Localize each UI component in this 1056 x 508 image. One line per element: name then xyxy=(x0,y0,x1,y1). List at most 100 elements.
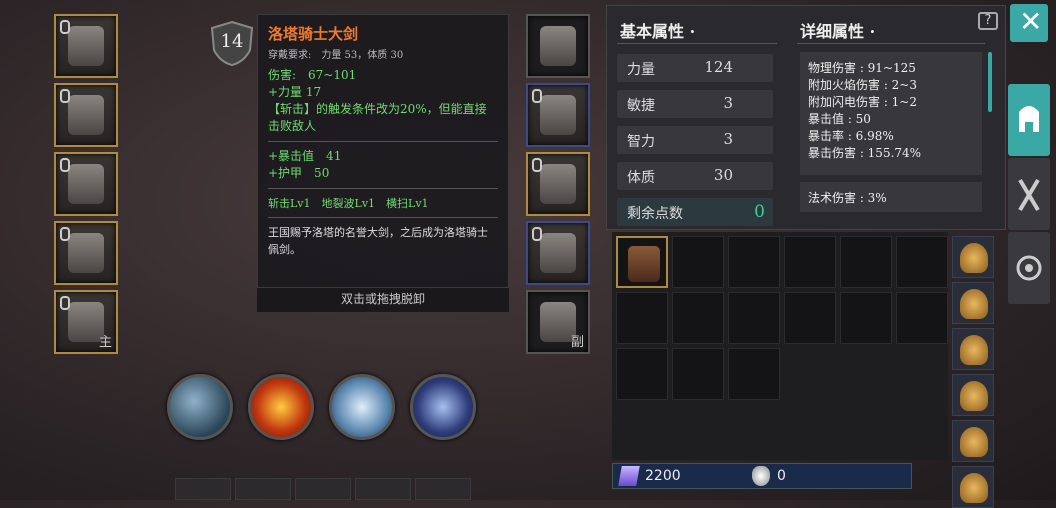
right-slot-bracelet[interactable] xyxy=(526,221,590,285)
gold-armor-icon xyxy=(960,243,988,273)
inventory-cell[interactable] xyxy=(784,292,836,344)
help-icon[interactable]: ? xyxy=(978,12,998,30)
detail-attr-box: 物理伤害 : 91~125 附加火焰伤害 : 2~3 附加闪电伤害 : 1~2 暴击值… xyxy=(800,52,982,175)
right-slot-off-weapon[interactable]: 副 xyxy=(526,290,590,354)
skill-whirl-icon[interactable] xyxy=(410,374,476,440)
detail-line: 物理伤害 : 91~125 xyxy=(808,61,916,75)
bottom-tab-2[interactable] xyxy=(235,478,291,500)
left-slot-main-weapon[interactable]: 主 xyxy=(54,290,118,354)
basic-attr-header: 基本属性 · xyxy=(620,22,696,41)
helmet-icon xyxy=(68,26,104,66)
inventory-cell[interactable] xyxy=(728,292,780,344)
quick-armor-slot[interactable] xyxy=(952,374,994,416)
bottom-tab-4[interactable] xyxy=(355,478,411,500)
gem-count: 0 xyxy=(777,468,786,484)
skill-slash-icon[interactable] xyxy=(167,374,233,440)
attr-label: 敏捷 xyxy=(627,98,655,114)
detail-line: 暴击伤害 : 155.74% xyxy=(808,146,922,160)
attr-label: 智力 xyxy=(627,134,655,150)
detail-line: 附加闪电伤害 : 1~2 xyxy=(808,95,917,109)
bottom-tab-3[interactable] xyxy=(295,478,351,500)
bottom-tab-1[interactable] xyxy=(175,478,231,500)
tab-weapons[interactable] xyxy=(1008,158,1050,230)
inventory-cell[interactable] xyxy=(672,348,724,400)
item-effect: 【斩击】的触发条件改为20%，但能直接击败敌人 xyxy=(268,102,487,133)
left-slot-leg-armor[interactable] xyxy=(54,152,118,216)
slot-tag: 副 xyxy=(570,335,584,350)
quick-armor-slot[interactable] xyxy=(952,282,994,324)
lock-icon xyxy=(532,158,542,172)
item-str-bonus: +力量 17 xyxy=(268,85,322,99)
left-slot-ring[interactable] xyxy=(54,221,118,285)
inventory-grid xyxy=(612,232,948,460)
item-skills: 斩击Lv1 地裂波Lv1 横扫Lv1 xyxy=(268,197,429,210)
lock-icon xyxy=(532,227,542,241)
item-crit: +暴击值 41 xyxy=(268,149,342,163)
close-icon: ✕ xyxy=(1019,5,1043,38)
item-requirement: 穿戴要求: 力量 53，体质 30 xyxy=(268,50,404,61)
right-slot-boots[interactable] xyxy=(526,152,590,216)
inventory-cell[interactable] xyxy=(784,236,836,288)
crystal-count: 2200 xyxy=(645,468,681,484)
gloves-icon xyxy=(540,95,576,135)
lock-icon xyxy=(60,296,70,310)
gem-icon xyxy=(752,466,770,486)
inventory-cell[interactable] xyxy=(728,348,780,400)
left-slot-helmet[interactable] xyxy=(54,14,118,78)
lock-icon xyxy=(532,89,542,103)
inventory-cell[interactable] xyxy=(616,292,668,344)
item-armor: +护甲 50 xyxy=(268,166,330,180)
left-slot-chest-armor[interactable] xyxy=(54,83,118,147)
magic-damage-row: 法术伤害 : 3% xyxy=(800,182,982,212)
gold-armor-icon xyxy=(960,427,988,457)
inventory-cell[interactable] xyxy=(840,292,892,344)
close-button[interactable]: ✕ xyxy=(1010,4,1048,42)
inventory-cell[interactable] xyxy=(616,236,668,288)
detail-line: 附加火焰伤害 : 2~3 xyxy=(808,78,917,92)
detail-line: 暴击率 : 6.98% xyxy=(808,129,894,143)
inventory-cell[interactable] xyxy=(896,292,948,344)
remaining-label: 剩余点数 xyxy=(627,206,683,222)
quick-armor-slot[interactable] xyxy=(952,420,994,462)
attr-row-1: 敏捷 3 xyxy=(617,90,773,118)
quick-armor-slot[interactable] xyxy=(952,328,994,370)
gold-armor-icon xyxy=(960,381,988,411)
item-damage: 伤害: 67~101 xyxy=(268,68,357,82)
gold-armor-icon xyxy=(960,335,988,365)
necklace-icon xyxy=(540,26,576,66)
attr-row-2: 智力 3 xyxy=(617,126,773,154)
detail-attr-header: 详细属性 · xyxy=(800,22,876,41)
ring-icon xyxy=(68,233,104,273)
gold-armor-icon xyxy=(960,289,988,319)
level-number: 14 xyxy=(220,31,244,52)
attr-row-0: 力量 124 xyxy=(617,54,773,82)
lock-icon xyxy=(60,227,70,241)
item-tooltip: 洛塔骑士大剑 穿戴要求: 力量 53，体质 30 伤害: 67~101 +力量 … xyxy=(257,14,509,288)
lock-icon xyxy=(60,158,70,172)
lock-icon xyxy=(60,89,70,103)
item-description: 王国赐予洛塔的名誉大剑，之后成为洛塔骑士佩剑。 xyxy=(268,226,488,256)
quick-armor-slot[interactable] xyxy=(952,236,994,278)
item-name: 洛塔骑士大剑 xyxy=(268,25,359,43)
skill-fire-icon[interactable] xyxy=(248,374,314,440)
unequip-hint[interactable]: 双击或拖拽脱卸 xyxy=(257,288,509,312)
skill-wind-icon[interactable] xyxy=(329,374,395,440)
tab-accessory[interactable] xyxy=(1008,232,1050,304)
detail-scrollbar[interactable] xyxy=(988,52,992,112)
inventory-cell[interactable] xyxy=(672,292,724,344)
inventory-cell[interactable] xyxy=(896,236,948,288)
bracelet-icon xyxy=(540,233,576,273)
inventory-cell[interactable] xyxy=(840,236,892,288)
attr-label: 体质 xyxy=(627,170,655,186)
inventory-cell[interactable] xyxy=(672,236,724,288)
inventory-cell[interactable] xyxy=(616,348,668,400)
slot-tag: 主 xyxy=(98,335,112,350)
chest-armor-icon xyxy=(68,95,104,135)
attr-row-3: 体质 30 xyxy=(617,162,773,190)
inventory-cell[interactable] xyxy=(728,236,780,288)
bottom-tab-5[interactable] xyxy=(415,478,471,500)
quick-armor-slot[interactable] xyxy=(952,466,994,508)
tab-equipment[interactable] xyxy=(1008,84,1050,156)
right-slot-gloves[interactable] xyxy=(526,83,590,147)
right-slot-necklace[interactable] xyxy=(526,14,590,78)
